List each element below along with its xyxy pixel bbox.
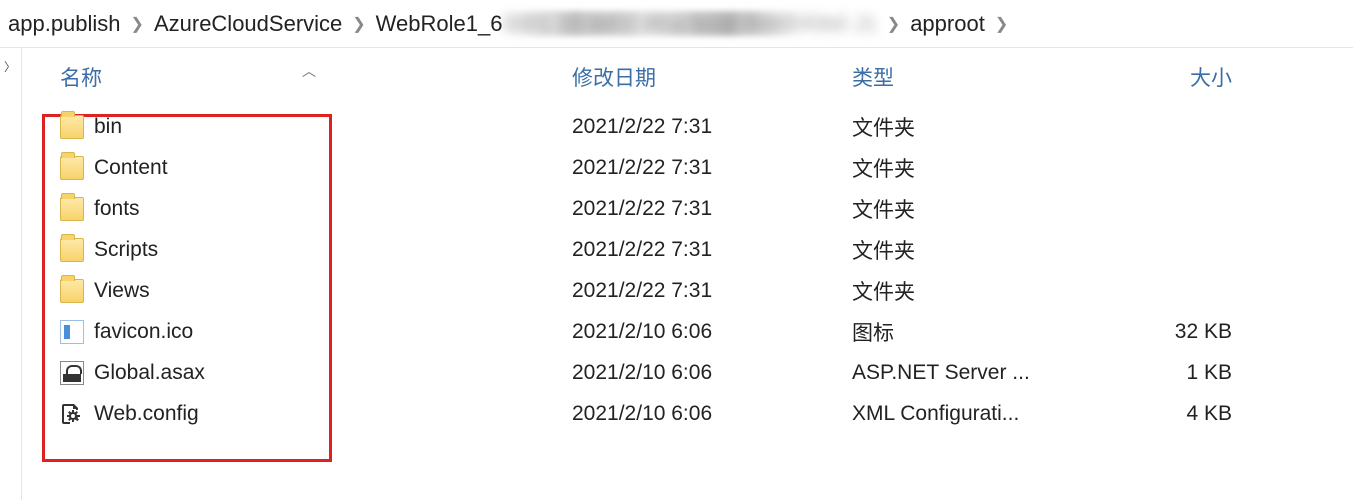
- file-row[interactable]: Views 2021/2/22 7:31文件夹: [42, 270, 1353, 311]
- file-row[interactable]: Scripts 2021/2/22 7:31文件夹: [42, 229, 1353, 270]
- file-type: 文件夹: [852, 112, 1102, 142]
- config-file-icon: [60, 402, 84, 426]
- file-name: Content: [94, 156, 168, 180]
- breadcrumb-item-approot[interactable]: approot: [910, 11, 985, 37]
- column-header-name-label: 名称: [60, 62, 102, 92]
- column-headers: 名称 ︿ 修改日期 类型 大小: [42, 48, 1353, 106]
- file-type: ASP.NET Server ...: [852, 361, 1102, 385]
- file-size: 4 KB: [1102, 402, 1262, 426]
- breadcrumb-item-app-publish[interactable]: app.publish: [8, 11, 121, 37]
- file-date: 2021/2/22 7:31: [572, 115, 852, 139]
- folder-icon: [60, 156, 84, 180]
- column-header-name[interactable]: 名称 ︿: [42, 62, 572, 92]
- breadcrumb[interactable]: app.publish ❯ AzureCloudService ❯ WebRol…: [0, 0, 1353, 48]
- file-type: 文件夹: [852, 153, 1102, 183]
- file-type: XML Configurati...: [852, 402, 1102, 426]
- file-row[interactable]: Global.asax 2021/2/10 6:06ASP.NET Server …: [42, 352, 1353, 393]
- file-list-pane: 名称 ︿ 修改日期 类型 大小 bin2021/2/22 7:31文件夹Cont…: [22, 48, 1353, 500]
- file-date: 2021/2/22 7:31: [572, 279, 852, 303]
- file-date: 2021/2/22 7:31: [572, 197, 852, 221]
- file-row[interactable]: bin 2021/2/22 7:31文件夹: [42, 106, 1353, 147]
- file-name: favicon.ico: [94, 320, 193, 344]
- file-row[interactable]: Web.config 2021/2/10 6:06XML Configurati.…: [42, 393, 1353, 434]
- breadcrumb-webrole1-obscured: 0001 10 dd02 4fca bccd 8bb05f0b0 J1: [502, 11, 876, 36]
- sort-ascending-icon: ︿: [302, 61, 316, 81]
- column-header-size[interactable]: 大小: [1102, 62, 1262, 92]
- folder-icon: [60, 115, 84, 139]
- asax-file-icon: [60, 361, 84, 385]
- file-size: 32 KB: [1102, 320, 1262, 344]
- file-name: fonts: [94, 197, 140, 221]
- file-row[interactable]: fonts 2021/2/22 7:31文件夹: [42, 188, 1353, 229]
- breadcrumb-webrole1-prefix: WebRole1_6: [376, 11, 503, 36]
- folder-icon: [60, 279, 84, 303]
- file-row[interactable]: Content 2021/2/22 7:31文件夹: [42, 147, 1353, 188]
- file-type: 文件夹: [852, 194, 1102, 224]
- breadcrumb-item-webrole1[interactable]: WebRole1_60001 10 dd02 4fca bccd 8bb05f0…: [376, 11, 877, 37]
- file-date: 2021/2/10 6:06: [572, 361, 852, 385]
- chevron-right-icon: ❯: [352, 14, 365, 34]
- file-name: bin: [94, 115, 122, 139]
- file-size: 1 KB: [1102, 361, 1262, 385]
- ico-file-icon: [60, 320, 84, 344]
- file-name: Global.asax: [94, 361, 205, 385]
- file-row[interactable]: favicon.ico 2021/2/10 6:06图标32 KB: [42, 311, 1353, 352]
- column-header-date[interactable]: 修改日期: [572, 62, 852, 92]
- folder-icon: [60, 238, 84, 262]
- file-date: 2021/2/10 6:06: [572, 320, 852, 344]
- file-type: 文件夹: [852, 235, 1102, 265]
- file-name: Views: [94, 279, 150, 303]
- file-type: 图标: [852, 317, 1102, 347]
- file-type: 文件夹: [852, 276, 1102, 306]
- chevron-right-icon: 〉: [4, 58, 16, 75]
- chevron-right-icon: ❯: [131, 14, 144, 34]
- folder-icon: [60, 197, 84, 221]
- nav-pane-collapsed[interactable]: 〉: [0, 48, 22, 500]
- file-name: Scripts: [94, 238, 158, 262]
- file-date: 2021/2/10 6:06: [572, 402, 852, 426]
- file-date: 2021/2/22 7:31: [572, 238, 852, 262]
- column-header-type[interactable]: 类型: [852, 62, 1102, 92]
- file-date: 2021/2/22 7:31: [572, 156, 852, 180]
- file-name: Web.config: [94, 402, 199, 426]
- chevron-right-icon: ❯: [995, 14, 1008, 34]
- chevron-right-icon: ❯: [887, 14, 900, 34]
- breadcrumb-item-azurecloudservice[interactable]: AzureCloudService: [154, 11, 342, 37]
